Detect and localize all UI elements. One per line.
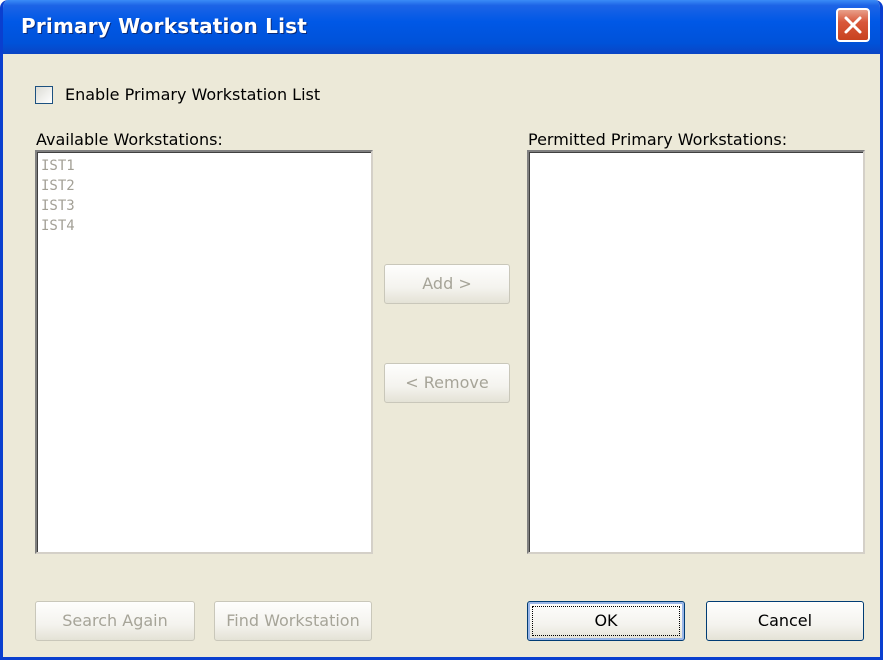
enable-primary-workstation-label[interactable]: Enable Primary Workstation List xyxy=(65,85,320,104)
list-item[interactable]: IST1 xyxy=(37,156,371,176)
focus-ring xyxy=(532,606,680,636)
dialog-window: Primary Workstation List Enable Primary … xyxy=(0,0,883,660)
cancel-button[interactable]: Cancel xyxy=(706,601,864,641)
ok-button[interactable]: OK xyxy=(527,601,685,641)
title-bar[interactable]: Primary Workstation List xyxy=(3,0,880,54)
permitted-workstations-label: Permitted Primary Workstations: xyxy=(528,130,788,149)
enable-primary-workstation-checkbox[interactable] xyxy=(35,86,53,104)
search-again-button[interactable]: Search Again xyxy=(35,601,195,641)
close-icon xyxy=(844,16,862,34)
remove-button[interactable]: < Remove xyxy=(384,363,510,403)
window-title: Primary Workstation List xyxy=(21,14,308,38)
add-button[interactable]: Add > xyxy=(384,264,510,304)
available-workstations-label: Available Workstations: xyxy=(36,130,223,149)
list-item[interactable]: IST3 xyxy=(37,196,371,216)
permitted-workstations-list[interactable] xyxy=(527,150,865,554)
list-item[interactable]: IST2 xyxy=(37,176,371,196)
available-workstations-list[interactable]: IST1 IST2 IST3 IST4 xyxy=(35,150,373,554)
list-item[interactable]: IST4 xyxy=(37,216,371,236)
find-workstation-button[interactable]: Find Workstation xyxy=(214,601,372,641)
close-button[interactable] xyxy=(836,8,870,42)
